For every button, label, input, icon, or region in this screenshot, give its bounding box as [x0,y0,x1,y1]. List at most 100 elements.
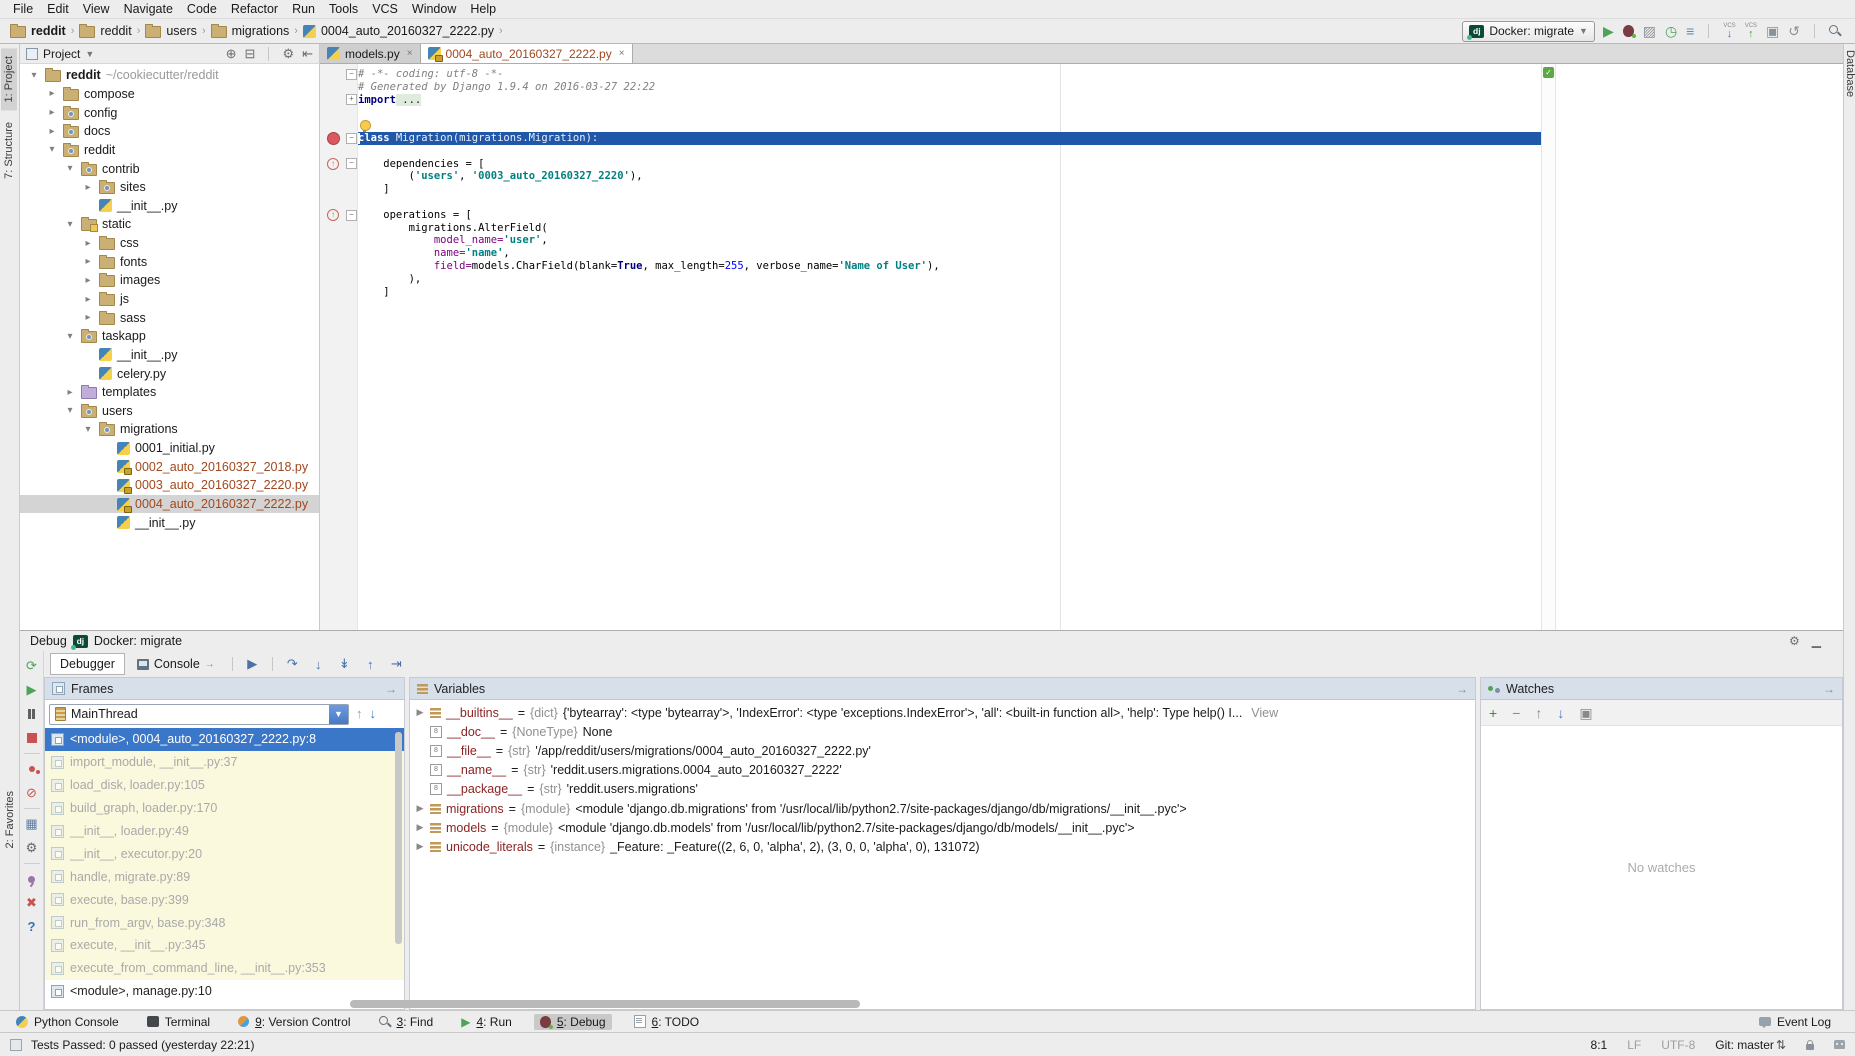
fold-toggle-icon[interactable]: − [346,133,357,144]
expand-arrow-icon[interactable]: ▾ [64,163,76,174]
lock-icon[interactable] [1806,1044,1814,1050]
fold-toggle-icon[interactable]: − [346,69,357,80]
step-into-button[interactable]: ↓ [307,654,330,674]
force-step-into-button[interactable]: ↡ [333,654,356,674]
menu-help[interactable]: Help [463,1,503,17]
find-button[interactable]: 3: Find [373,1014,440,1030]
tree-item-config[interactable]: ▸config [20,103,319,122]
tree-item-contrib[interactable]: ▾contrib [20,159,319,178]
encoding-widget[interactable]: UTF-8 [1661,1038,1695,1052]
tree-item-fonts[interactable]: ▸fonts [20,252,319,271]
menu-code[interactable]: Code [180,1,224,17]
previous-frame-button[interactable]: ↑ [356,708,363,720]
variable-row-file[interactable]: 8__file__ = {str} '/app/reddit/users/mig… [410,741,1475,760]
variable-row-migrations[interactable]: ▶migrations = {module} <module 'django.d… [410,799,1475,818]
tree-item-reddit[interactable]: ▾reddit [20,141,319,160]
expand-arrow-icon[interactable]: ▸ [82,294,94,305]
code-line[interactable] [358,196,1541,209]
breakpoint-icon[interactable] [327,132,340,145]
vcs-branch-widget[interactable]: Git: master⇅ [1715,1038,1786,1052]
version-control-button[interactable]: 9: Version Control [232,1014,356,1030]
code-line[interactable] [358,145,1541,158]
code-line[interactable]: ('users', '0003_auto_20160327_2220'), [358,170,1541,183]
caret-position[interactable]: 8:1 [1591,1038,1608,1052]
frame-item[interactable]: execute_from_command_line, __init__.py:3… [45,957,404,980]
inspection-ok-indicator[interactable]: ✓ [1543,67,1554,78]
fold-toggle-icon[interactable]: − [346,210,357,221]
override-marker-icon[interactable]: ↑ [327,158,339,170]
code-line[interactable]: dependencies = [ [358,158,1541,171]
code-line[interactable]: field=models.CharField(blank=True, max_l… [358,260,1541,273]
resume-button[interactable]: ▶ [27,684,37,696]
variable-row-doc[interactable]: 8__doc__ = {NoneType} None [410,722,1475,741]
remove-watch-button[interactable]: − [1512,707,1520,719]
frame-item[interactable]: run_from_argv, base.py:348 [45,911,404,934]
line-separator-widget[interactable]: LF [1627,1038,1641,1052]
tool-button-database[interactable]: Database [1844,44,1855,103]
rollback-button[interactable]: ↺ [1788,25,1800,37]
tree-item-0002-auto-20160327-2018-py[interactable]: 0002_auto_20160327_2018.py [20,457,319,476]
tree-item-docs[interactable]: ▸docs [20,122,319,141]
tree-item-templates[interactable]: ▸templates [20,383,319,402]
editor-tab-models-py[interactable]: models.py× [320,44,421,63]
tree-item-celery-py[interactable]: celery.py [20,364,319,383]
hide-panel-icon[interactable]: → [385,682,397,696]
terminal-button[interactable]: Terminal [141,1014,216,1030]
expand-arrow-icon[interactable]: ▾ [64,219,76,230]
run-to-cursor-button[interactable]: ⇥ [385,654,408,674]
expand-arrow-icon[interactable]: ▸ [82,256,94,267]
event-log-button[interactable]: Event Log [1753,1014,1837,1030]
editor-tab-0004-auto-20160327-2222-py[interactable]: 0004_auto_20160327_2222.py× [421,44,633,63]
debug-button[interactable] [1623,25,1634,37]
override-marker-icon[interactable]: ↑ [327,209,339,221]
tree-item-init-py[interactable]: __init__.py [20,513,319,532]
vcs-update-button[interactable]: VCS↓ [1723,24,1735,39]
expand-arrow-icon[interactable]: ▸ [82,275,94,286]
move-watch-down-button[interactable]: ↓ [1557,707,1564,719]
hide-panel-icon[interactable]: → [1823,682,1835,696]
intention-bulb-icon[interactable] [360,120,371,131]
tree-item-migrations[interactable]: ▾migrations [20,420,319,439]
menu-window[interactable]: Window [405,1,463,17]
hide-button[interactable]: ▁ [1812,635,1821,647]
menu-run[interactable]: Run [285,1,322,17]
project-tree[interactable]: ▾reddit ~/cook​iecutter/reddit▸compose▸c… [20,64,320,630]
vcs-commit-button[interactable]: VCS↑ [1745,24,1757,39]
code-line[interactable]: model_name='user', [358,234,1541,247]
tree-item-compose[interactable]: ▸compose [20,85,319,104]
tree-item-init-py[interactable]: __init__.py [20,346,319,365]
tool-button-1-project[interactable]: 1: Project [1,48,17,110]
run-button[interactable]: ▶4: Run [455,1014,518,1030]
frame-item[interactable]: __init__, executor.py:20 [45,842,404,865]
settings-button[interactable]: ⚙ [282,48,294,60]
stop-button[interactable] [27,733,37,743]
settings-button[interactable]: ⚙ [26,842,38,854]
tree-item-users[interactable]: ▾users [20,402,319,421]
pin-icon[interactable]: → [205,659,215,670]
frame-item[interactable]: load_disk, loader.py:105 [45,774,404,797]
hide-panel-icon[interactable]: → [1456,682,1468,696]
search-everywhere-button[interactable] [1829,25,1841,37]
fold-toggle-icon[interactable]: + [346,94,357,105]
expand-arrow-icon[interactable]: ▸ [46,126,58,137]
frame-item[interactable]: <module>, 0004_auto_20160327_2222.py:8 [45,728,404,751]
frames-scrollbar[interactable] [395,732,402,944]
tree-item-css[interactable]: ▸css [20,234,319,253]
code-line[interactable]: name='name', [358,247,1541,260]
code-line[interactable]: # -*- coding: utf-8 -*- [358,68,1541,81]
code-line[interactable]: migrations.AlterField( [358,222,1541,235]
frame-item[interactable]: <module>, manage.py:10 [45,980,404,1003]
tree-item-sites[interactable]: ▸sites [20,178,319,197]
frame-item[interactable]: import_module, __init__.py:37 [45,751,404,774]
frame-item[interactable]: handle, migrate.py:89 [45,865,404,888]
menu-edit[interactable]: Edit [40,1,76,17]
expand-arrow-icon[interactable]: ▸ [64,387,76,398]
step-out-button[interactable]: ↑ [359,654,382,674]
code-line[interactable]: ] [358,286,1541,299]
debug-button[interactable]: 5: Debug [534,1014,612,1030]
code-line[interactable]: # Generated by Django 1.9.4 on 2016-03-2… [358,81,1541,94]
variable-row-package[interactable]: 8__package__ = {str} 'reddit.users.migra… [410,780,1475,799]
tree-item-reddit[interactable]: ▾reddit ~/cook​iecutter/reddit [20,66,319,85]
step-over-button[interactable]: ↷ [281,654,304,674]
variable-row-unicode-literals[interactable]: ▶unicode_literals = {instance} _Feature:… [410,837,1475,856]
